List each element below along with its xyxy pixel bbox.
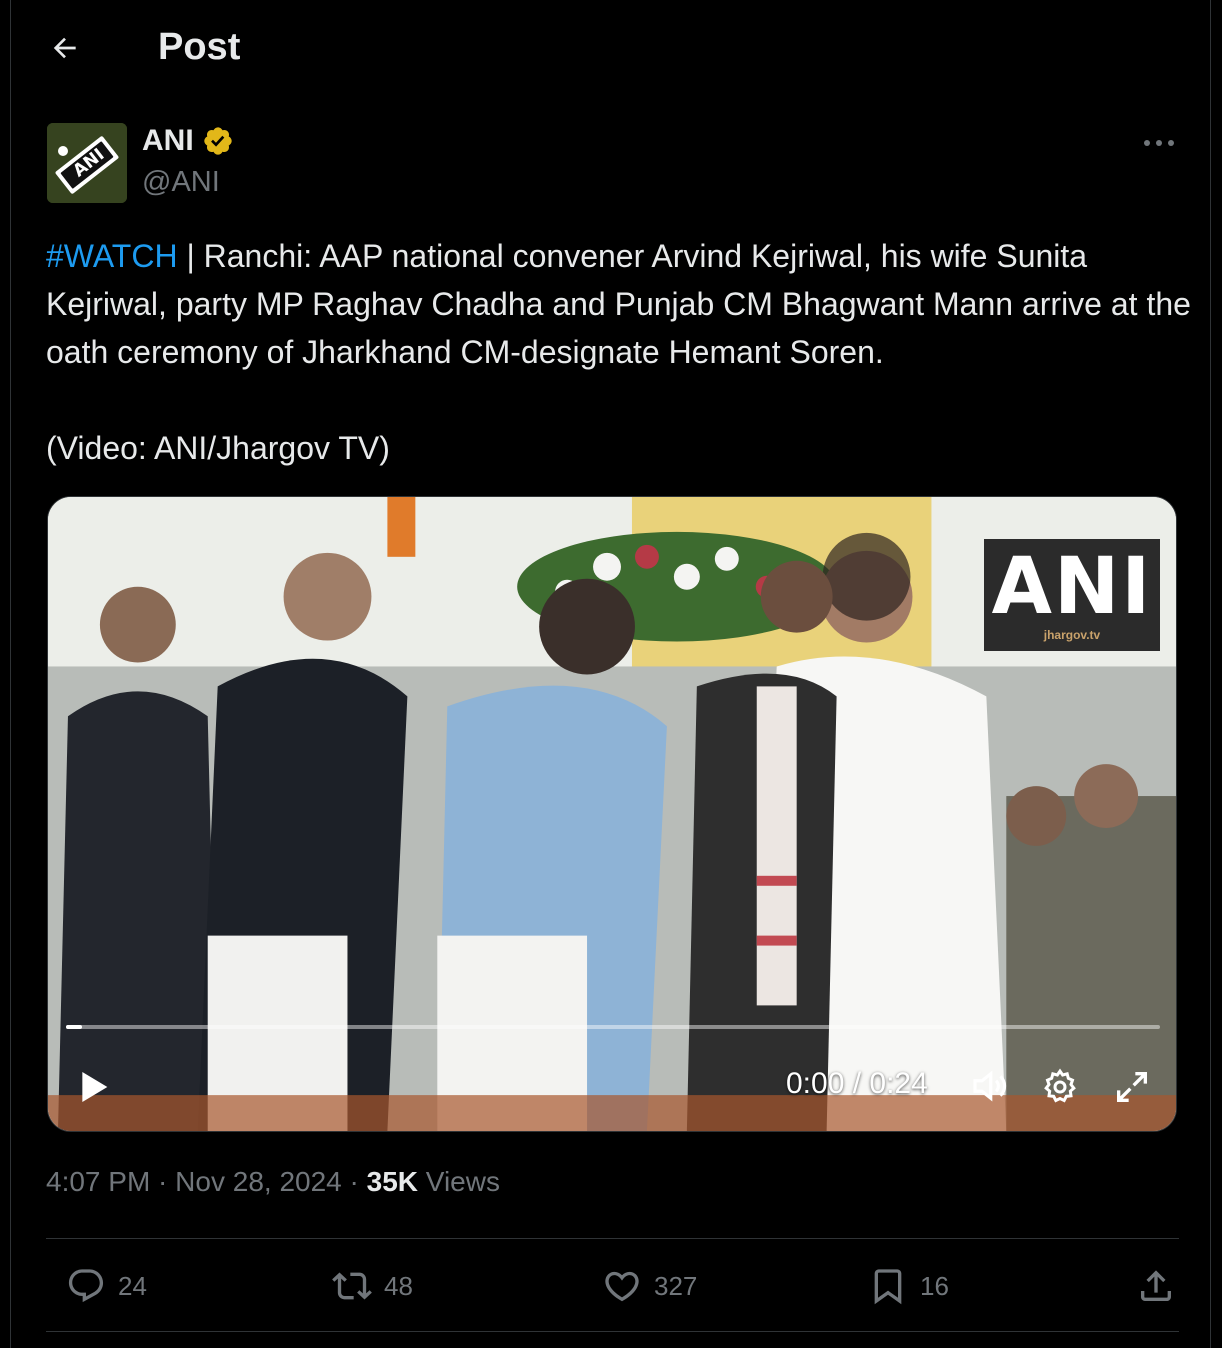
repost-button[interactable]: 48 [332, 1266, 413, 1306]
more-icon [1144, 140, 1174, 146]
expand-icon [1117, 1072, 1147, 1102]
views-label: Views [418, 1166, 500, 1197]
ani-watermark: ANI jhargov.tv [984, 539, 1160, 651]
more-options-button[interactable] [1139, 125, 1179, 161]
author-name-row: ANI [142, 124, 234, 158]
views-count: 35K [366, 1166, 419, 1197]
divider-bottom [46, 1331, 1179, 1332]
tweet-credit: (Video: ANI/Jhargov TV) [46, 430, 390, 466]
repost-icon [332, 1272, 372, 1300]
tweet-text: #WATCH | Ranchi: AAP national convener A… [46, 232, 1191, 376]
author-handle[interactable]: @ANI [142, 166, 220, 199]
heart-icon [605, 1271, 639, 1302]
fullscreen-button[interactable] [1112, 1067, 1152, 1107]
bookmark-icon [874, 1269, 902, 1305]
volume-icon [973, 1070, 1007, 1102]
author-name[interactable]: ANI [142, 124, 194, 158]
watermark-subtext: jhargov.tv [1043, 628, 1101, 642]
video-progress-bar[interactable] [66, 1025, 1160, 1029]
bookmark-count: 16 [920, 1270, 949, 1301]
video-time-readout: 0:00 / 0:24 [786, 1067, 928, 1100]
reply-button[interactable]: 24 [66, 1266, 147, 1306]
post-page: Post ANI ANI @ANI #WATCH | Ranchi: AAP n… [10, 0, 1211, 1348]
bookmark-button[interactable]: 16 [868, 1266, 949, 1306]
back-button[interactable] [41, 24, 89, 72]
like-count: 327 [654, 1270, 698, 1301]
gear-icon [1044, 1068, 1076, 1103]
header: Post [11, 0, 1210, 96]
post-meta: 4:07 PM · Nov 28, 2024 · 35K Views [46, 1166, 500, 1198]
divider-top [46, 1238, 1179, 1239]
play-icon [82, 1072, 108, 1102]
action-bar: 24 48 327 16 [46, 1258, 1179, 1318]
share-button[interactable] [1136, 1266, 1176, 1306]
settings-button[interactable] [1040, 1067, 1080, 1107]
meta-separator: · [150, 1166, 176, 1197]
back-arrow-icon [53, 37, 76, 59]
volume-button[interactable] [968, 1065, 1010, 1107]
play-button[interactable] [74, 1067, 114, 1107]
share-icon [1141, 1270, 1171, 1301]
repost-count: 48 [384, 1270, 413, 1301]
video-progress-fill [66, 1025, 83, 1029]
verified-badge-icon [204, 127, 232, 155]
post-time[interactable]: 4:07 PM [46, 1166, 150, 1197]
page-title: Post [158, 26, 241, 68]
watermark-text: ANI [991, 542, 1153, 632]
meta-separator-2: · [341, 1166, 367, 1197]
avatar[interactable]: ANI [47, 123, 127, 203]
reply-count: 24 [118, 1270, 147, 1301]
tweet-body: | Ranchi: AAP national convener Arvind K… [46, 238, 1191, 370]
hashtag-link[interactable]: #WATCH [46, 238, 178, 274]
reply-icon [68, 1269, 104, 1303]
like-button[interactable]: 327 [602, 1266, 697, 1306]
post-date[interactable]: Nov 28, 2024 [175, 1166, 342, 1197]
video-player[interactable]: ANI jhargov.tv 0:00 / 0:24 [47, 496, 1177, 1132]
